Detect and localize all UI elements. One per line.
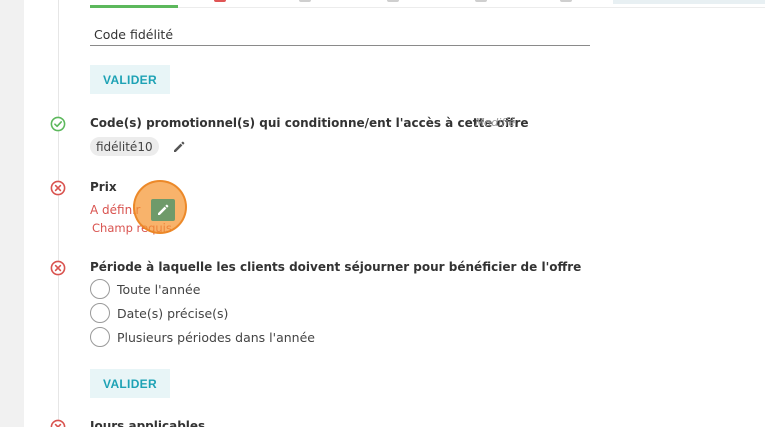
x-circle-icon bbox=[50, 419, 66, 427]
edit-price-button[interactable] bbox=[151, 199, 175, 221]
loyalty-code-field[interactable]: Code fidélité bbox=[94, 27, 173, 42]
tab-status-mark bbox=[560, 0, 572, 2]
validate-loyalty-button[interactable]: VALIDER bbox=[90, 65, 170, 94]
tab-status-mark bbox=[214, 0, 226, 2]
tab-status-mark bbox=[387, 0, 399, 2]
pencil-icon bbox=[174, 141, 185, 152]
period-option-specific-dates[interactable]: Date(s) précise(s) bbox=[90, 303, 228, 323]
days-section-title: Jours applicables bbox=[90, 419, 206, 427]
validate-period-button[interactable]: VALIDER bbox=[90, 369, 170, 398]
check-circle-icon bbox=[50, 116, 66, 132]
radio-label: Toute l'année bbox=[117, 281, 201, 297]
tab-status-mark bbox=[299, 0, 311, 2]
pencil-icon bbox=[158, 204, 169, 215]
price-section-title: Prix bbox=[90, 180, 117, 194]
x-circle-icon bbox=[50, 260, 66, 276]
period-option-multiple-periods[interactable]: Plusieurs périodes dans l'année bbox=[90, 327, 315, 347]
tab-strip-segment bbox=[613, 0, 765, 4]
modified-status: Modifié bbox=[475, 116, 516, 129]
period-section-title: Période à laquelle les clients doivent s… bbox=[90, 260, 582, 274]
promo-section-title: Code(s) promotionnel(s) qui conditionne/… bbox=[90, 116, 529, 130]
radio-button[interactable] bbox=[90, 303, 110, 323]
active-tab-indicator bbox=[90, 5, 178, 8]
radio-label: Date(s) précise(s) bbox=[117, 305, 229, 321]
x-circle-icon bbox=[50, 180, 66, 196]
tab-strip-divider bbox=[178, 7, 765, 8]
radio-button[interactable] bbox=[90, 327, 110, 347]
loyalty-code-underline bbox=[90, 45, 590, 46]
offer-form-panel: Code fidélité VALIDER Code(s) promotionn… bbox=[24, 0, 765, 427]
radio-label: Plusieurs périodes dans l'année bbox=[117, 329, 315, 345]
timeline-rail bbox=[58, 0, 59, 427]
period-option-all-year[interactable]: Toute l'année bbox=[90, 279, 200, 299]
radio-button[interactable] bbox=[90, 279, 110, 299]
tab-status-mark bbox=[475, 0, 487, 2]
promo-code-chip: fidélité10 bbox=[90, 137, 159, 156]
edit-promo-button[interactable] bbox=[168, 136, 190, 158]
